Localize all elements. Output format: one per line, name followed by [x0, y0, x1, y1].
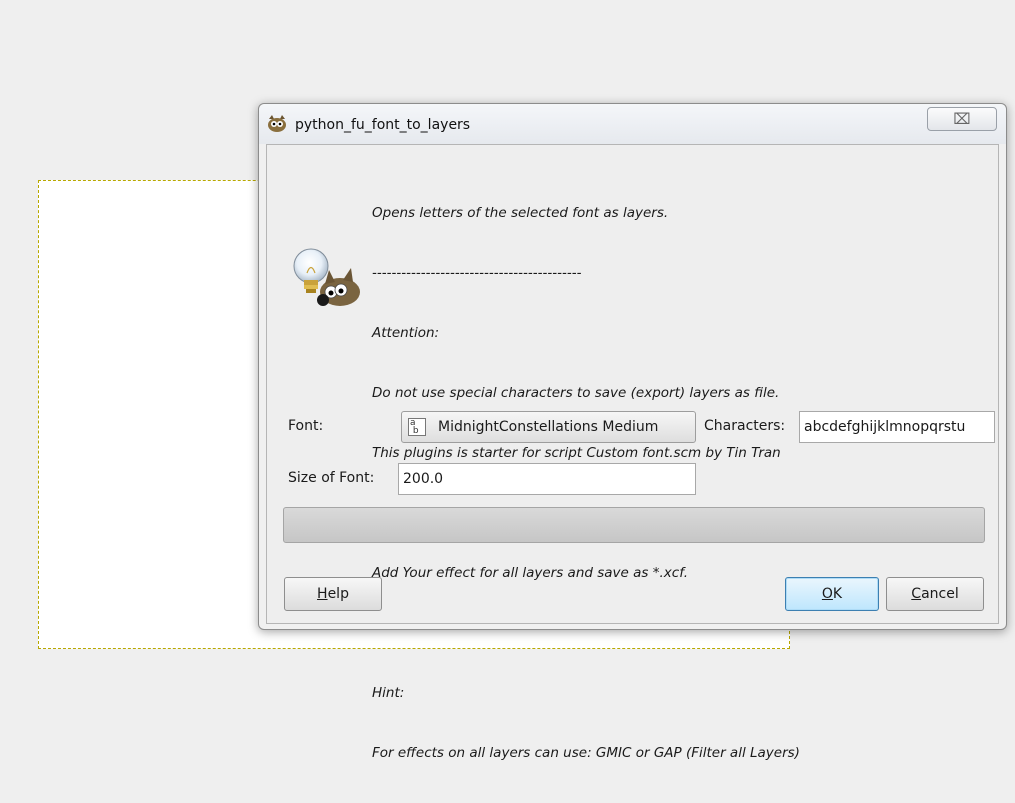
size-input[interactable]: [398, 463, 696, 495]
gimp-wilber-icon: [266, 113, 288, 133]
dialog-content: Opens letters of the selected font as la…: [266, 144, 999, 761]
description-line: Opens letters of the selected font as la…: [372, 205, 669, 221]
close-button[interactable]: ⌧: [927, 107, 997, 131]
progress-bar: [283, 507, 985, 543]
description-line: ----------------------------------------…: [372, 265, 582, 281]
help-label: elp: [327, 586, 349, 602]
help-mnemonic: H: [317, 586, 328, 602]
help-button[interactable]: Help: [284, 577, 382, 611]
description-line: [372, 623, 992, 643]
description-line: For effects on all layers can use: GMIC …: [372, 745, 800, 761]
characters-label: Characters:: [704, 418, 786, 434]
font-label: Font:: [288, 418, 324, 434]
close-icon: ⌧: [953, 110, 971, 128]
size-label: Size of Font:: [288, 470, 375, 486]
plugin-dialog: python_fu_font_to_layers ⌧ Opens letters…: [258, 103, 1007, 761]
cancel-button[interactable]: Cancel: [886, 577, 984, 611]
dialog-titlebar[interactable]: python_fu_font_to_layers ⌧: [259, 104, 1006, 144]
font-value: MidnightConstellations Medium: [438, 419, 659, 435]
description-line: Hint:: [372, 685, 405, 701]
description-line: This plugins is starter for script Custo…: [372, 445, 781, 461]
description-line: Do not use special characters to save (e…: [372, 385, 780, 401]
cancel-label: ancel: [921, 586, 959, 602]
description-line: Attention:: [372, 325, 440, 341]
characters-input[interactable]: [799, 411, 995, 443]
ok-button[interactable]: OK: [785, 577, 879, 611]
cancel-mnemonic: C: [911, 586, 922, 602]
ok-mnemonic: O: [821, 586, 833, 602]
font-icon: a b: [408, 418, 426, 436]
font-select-button[interactable]: a b MidnightConstellations Medium: [401, 411, 696, 443]
dialog-title: python_fu_font_to_layers: [295, 117, 471, 133]
lightbulb-wilber-icon: [285, 240, 365, 312]
ok-label: K: [832, 586, 843, 602]
